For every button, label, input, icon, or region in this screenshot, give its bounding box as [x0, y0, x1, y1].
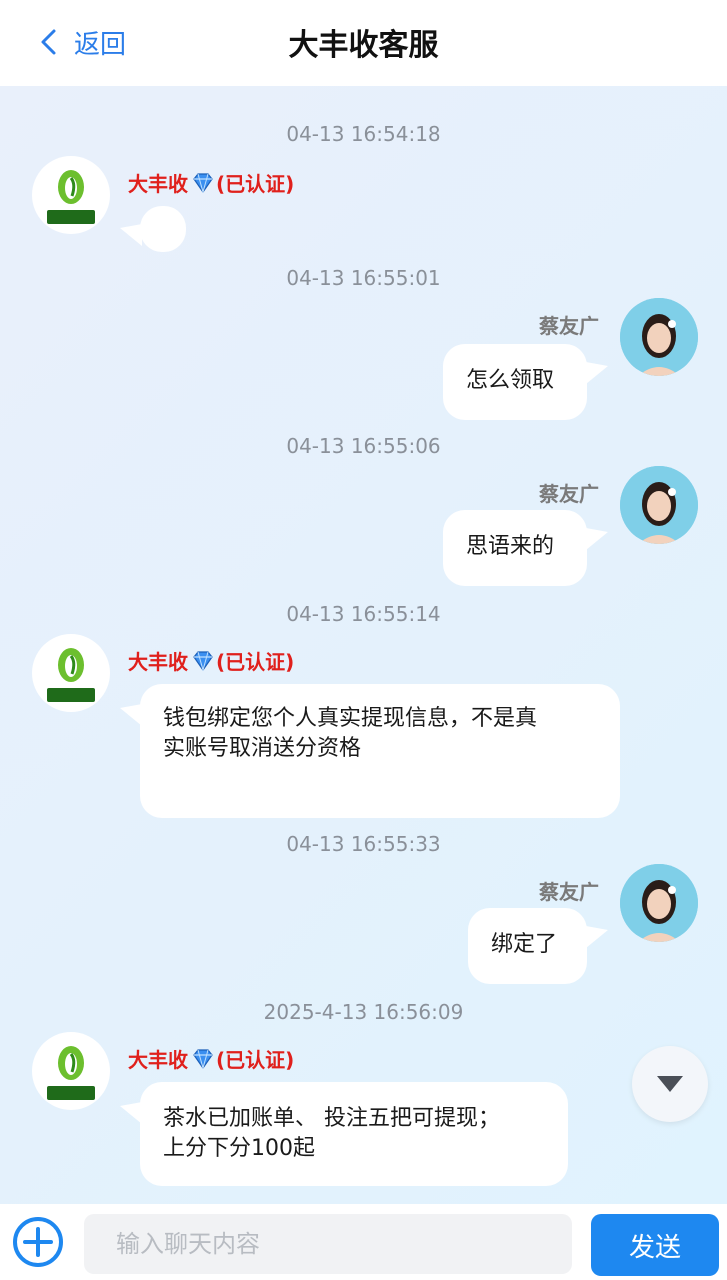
verified-badge: (已认证)	[216, 172, 295, 196]
send-button[interactable]: 发送	[591, 1214, 719, 1276]
message-timestamp: 04-13 16:54:18	[286, 122, 441, 146]
sender-name: 大丰收 (已认证)	[128, 1044, 294, 1073]
sender-name: 大丰收 (已认证)	[128, 168, 294, 197]
brand-logo-icon	[47, 648, 95, 702]
message-bubble[interactable]: 茶水已加账单、 投注五把可提现； 上分下分100起	[140, 1082, 568, 1186]
bubble-tail	[586, 926, 608, 948]
brand-logo-icon	[47, 170, 95, 224]
scroll-to-bottom-button[interactable]	[632, 1046, 708, 1122]
message-bubble[interactable]: 思语来的	[443, 510, 587, 586]
diamond-icon	[193, 1048, 213, 1069]
sender-name-text: 大丰收	[128, 172, 188, 196]
message-timestamp: 04-13 16:55:06	[286, 434, 441, 458]
verified-badge: (已认证)	[216, 1048, 295, 1072]
brand-logo-icon	[47, 1046, 95, 1100]
message-timestamp: 2025-4-13 16:56:09	[263, 1000, 464, 1024]
message-bubble-empty[interactable]	[140, 206, 186, 252]
user-avatar-image	[620, 298, 698, 376]
brand-avatar[interactable]	[32, 156, 110, 234]
message-bubble[interactable]: 怎么领取	[443, 344, 587, 420]
brand-avatar[interactable]	[32, 634, 110, 712]
message-line: 实账号取消送分资格	[163, 736, 362, 761]
brand-avatar[interactable]	[32, 1032, 110, 1110]
user-avatar-image	[620, 466, 698, 544]
sender-name: 蔡友广	[539, 482, 599, 506]
diamond-icon	[193, 172, 213, 193]
message-timestamp: 04-13 16:55:01	[286, 266, 441, 290]
user-avatar-image	[620, 864, 698, 942]
message-line: 茶水已加账单、 投注五把可提现；	[163, 1106, 500, 1131]
page-title: 大丰收客服	[288, 28, 439, 63]
sender-name-text: 大丰收	[128, 1048, 188, 1072]
message-timestamp: 04-13 16:55:14	[286, 602, 441, 626]
bubble-tail	[120, 1102, 142, 1124]
user-avatar[interactable]	[620, 466, 698, 544]
triangle-down-icon	[657, 1076, 683, 1092]
user-avatar[interactable]	[620, 298, 698, 376]
sender-name: 蔡友广	[539, 880, 599, 904]
message-timestamp: 04-13 16:55:33	[286, 832, 441, 856]
chat-input[interactable]	[84, 1214, 572, 1274]
sender-name-text: 大丰收	[128, 650, 188, 674]
message-line: 上分下分100起	[163, 1136, 315, 1161]
sender-name: 蔡友广	[539, 314, 599, 338]
plus-circle-icon[interactable]	[12, 1216, 64, 1268]
bubble-tail	[586, 362, 608, 384]
user-avatar[interactable]	[620, 864, 698, 942]
bubble-tail	[120, 704, 142, 726]
sender-name: 大丰收 (已认证)	[128, 646, 294, 675]
header-bar: 返回 大丰收客服	[0, 0, 727, 86]
diamond-icon	[193, 650, 213, 671]
message-bubble[interactable]: 钱包绑定您个人真实提现信息，不是真 实账号取消送分资格	[140, 684, 620, 818]
message-bubble[interactable]: 绑定了	[468, 908, 587, 984]
composer-bar: 发送	[0, 1204, 727, 1280]
bubble-tail	[120, 224, 142, 246]
bubble-tail	[586, 528, 608, 550]
message-line: 钱包绑定您个人真实提现信息，不是真	[163, 706, 538, 731]
verified-badge: (已认证)	[216, 650, 295, 674]
chat-area[interactable]: 04-13 16:54:18 大丰收 (已认证) 04-13 16:55:01 …	[0, 86, 727, 1204]
